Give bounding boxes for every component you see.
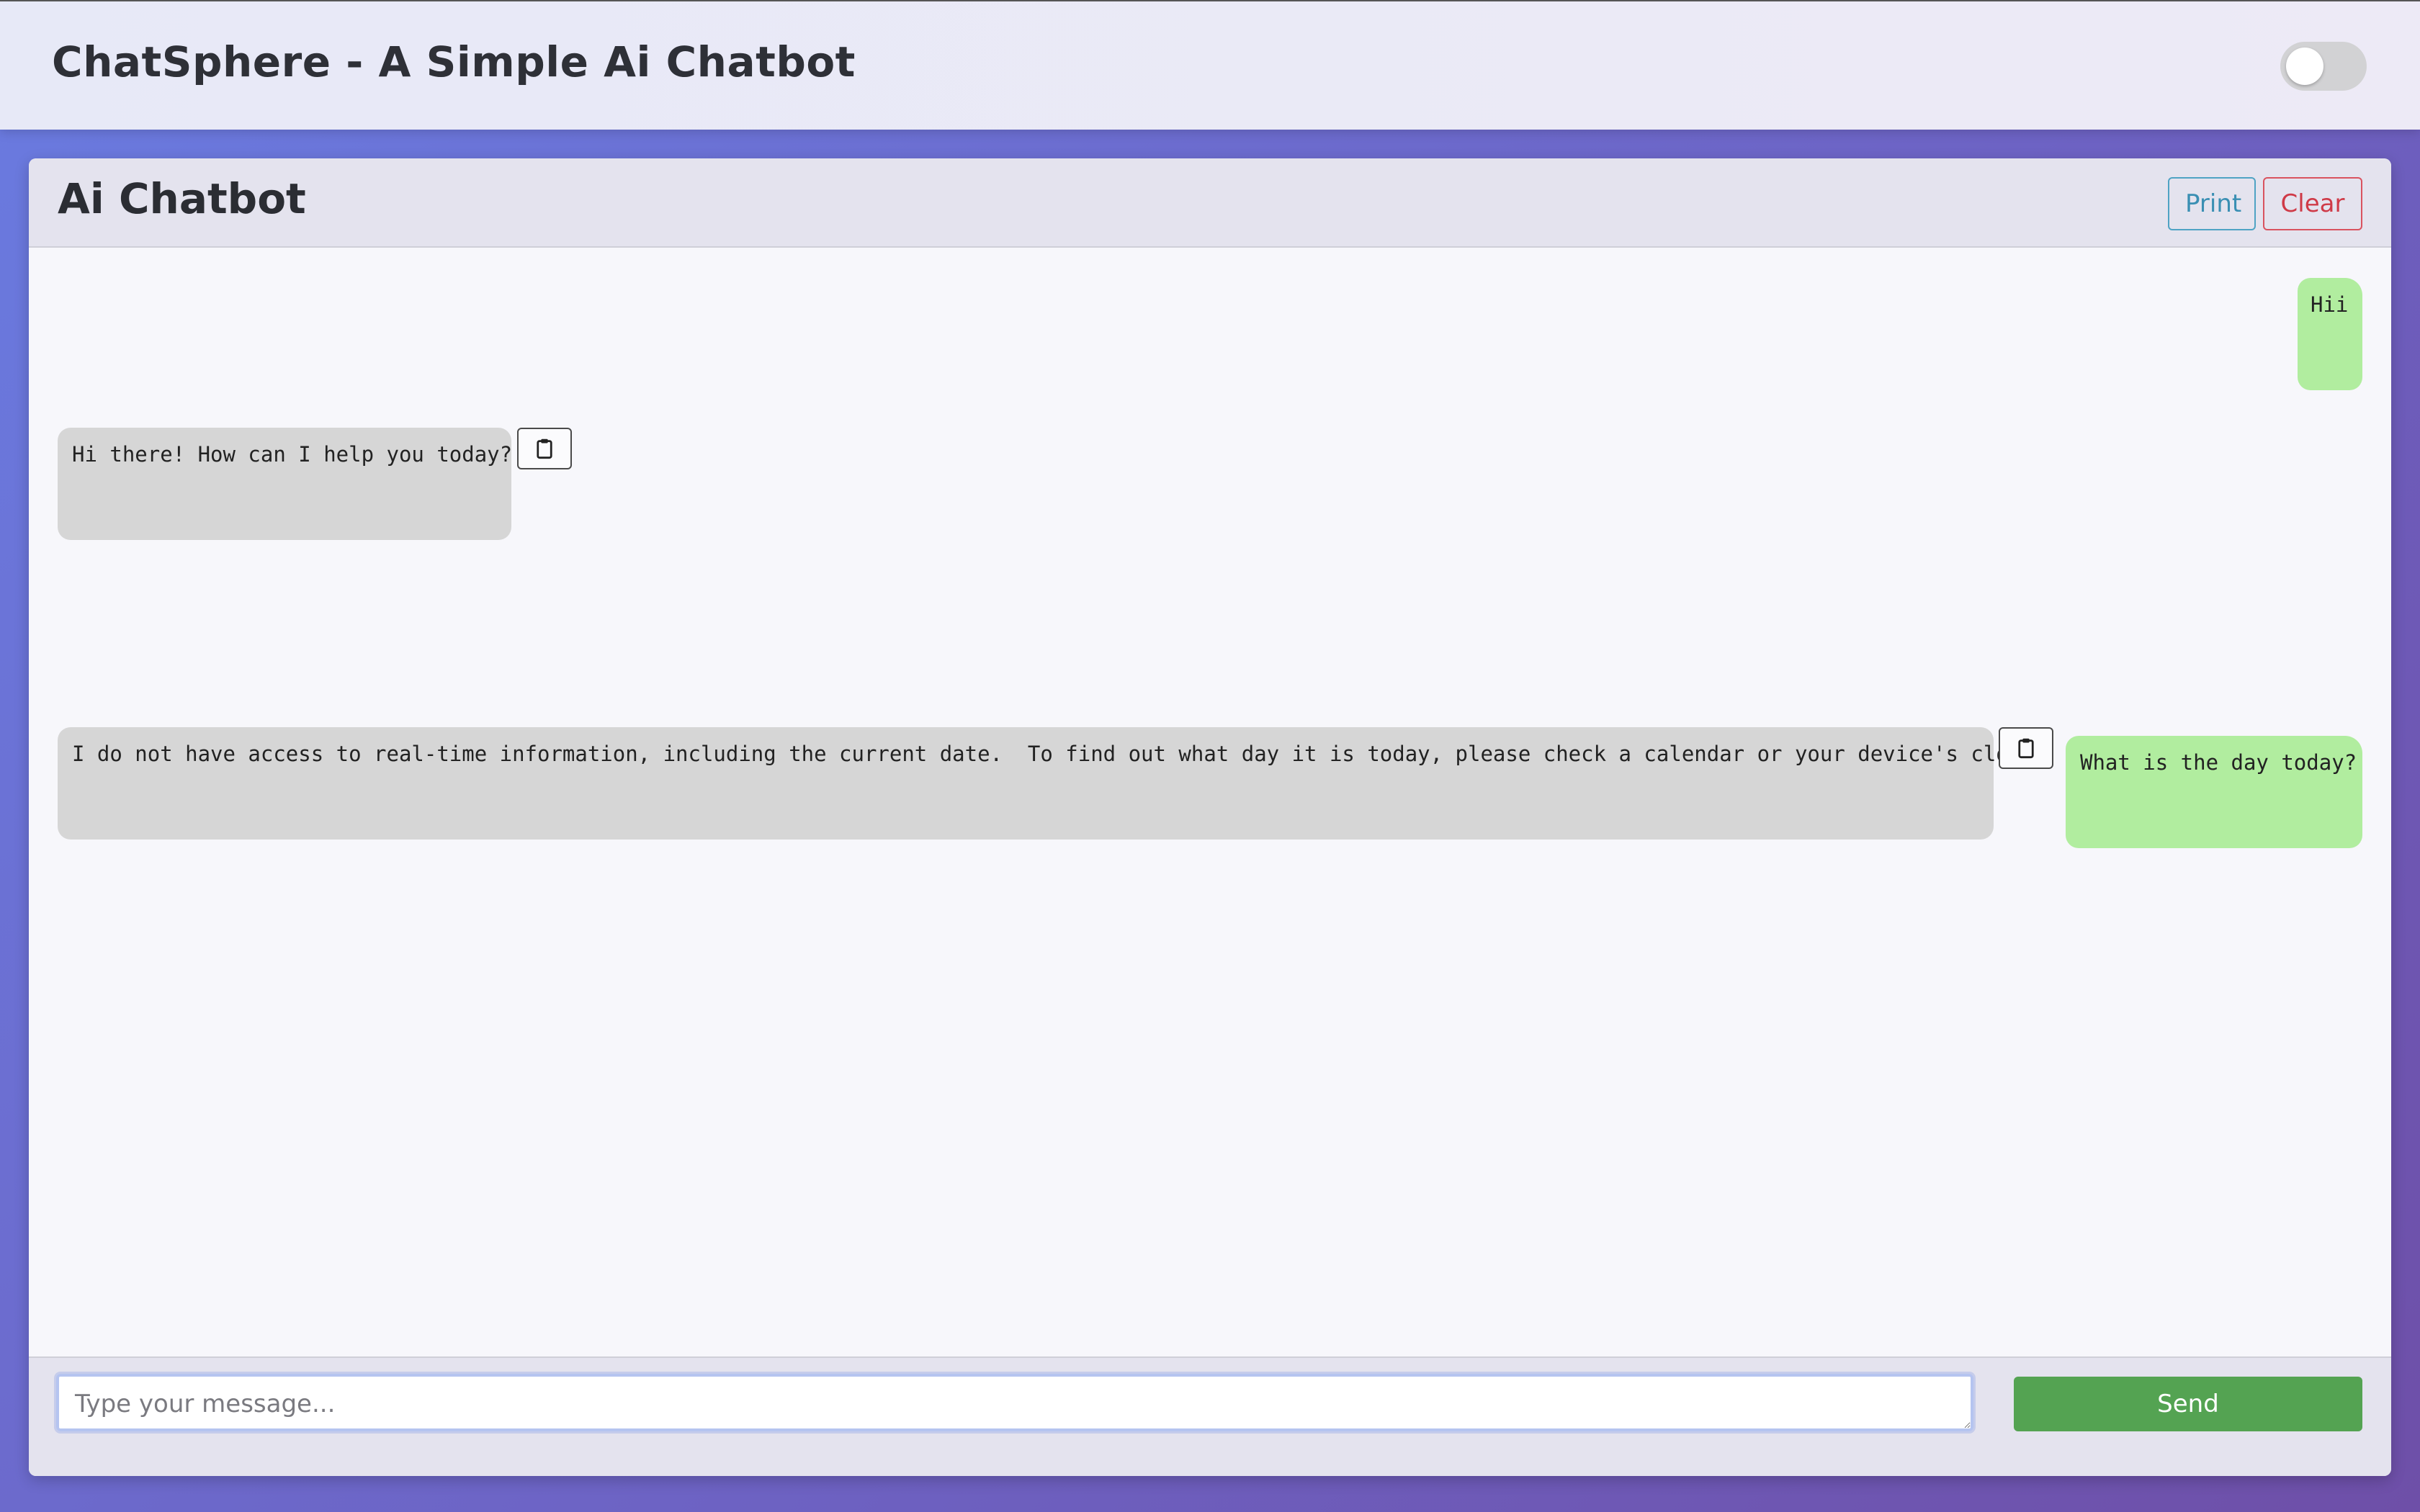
top-bar: ChatSphere - A Simple Ai Chatbot [0, 0, 2420, 130]
clipboard-icon [2018, 738, 2034, 759]
send-button[interactable]: Send [2014, 1377, 2362, 1431]
bot-message-bubble: Hi there! How can I help you today? [58, 428, 512, 540]
toggle-knob [2286, 48, 2323, 85]
theme-toggle[interactable] [2280, 42, 2367, 91]
composer-bar: Send [29, 1356, 2391, 1476]
clear-button[interactable]: Clear [2263, 177, 2362, 230]
app-title: ChatSphere - A Simple Ai Chatbot [52, 37, 856, 86]
chat-title: Ai Chatbot [58, 174, 306, 223]
message-input[interactable] [56, 1374, 1973, 1431]
user-message-bubble: What is the day today? [2066, 736, 2362, 848]
clipboard-icon [537, 438, 552, 459]
chat-card: Ai Chatbot Print Clear Hii Hi there! How… [29, 158, 2391, 1476]
message-list: Hii Hi there! How can I help you today? … [29, 248, 2391, 1371]
user-message-bubble: Hii [2298, 278, 2362, 390]
copy-button[interactable] [517, 428, 572, 469]
bot-message-bubble: I do not have access to real-time inform… [58, 727, 2046, 840]
chat-header: Ai Chatbot Print Clear [29, 158, 2391, 248]
print-button[interactable]: Print [2168, 177, 2256, 230]
copy-button[interactable] [1999, 727, 2053, 769]
